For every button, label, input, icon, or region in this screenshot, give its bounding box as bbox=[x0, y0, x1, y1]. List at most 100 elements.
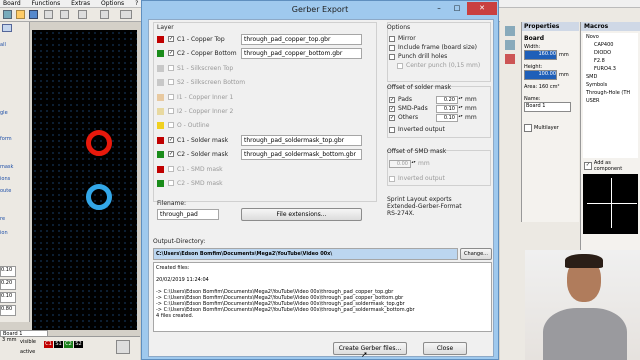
macro-tree-item[interactable]: F2.8 bbox=[586, 57, 638, 65]
smdpads-spin-icon[interactable]: ▴▾ bbox=[458, 105, 463, 113]
others-offset-input[interactable]: 0.10 bbox=[436, 114, 458, 122]
height-input[interactable]: 100.00 bbox=[524, 70, 557, 80]
num-field[interactable]: 0.20 bbox=[0, 279, 16, 290]
file-extensions-button[interactable]: File extensions... bbox=[241, 208, 362, 221]
layer-color-swatch bbox=[157, 108, 164, 115]
side-label: re bbox=[0, 216, 6, 222]
layer-color-swatch bbox=[157, 122, 164, 130]
layer-label: I2 - Copper Inner 2 bbox=[177, 108, 234, 115]
new-board-icon[interactable] bbox=[3, 10, 12, 19]
smdpads-label: SMD-Pads bbox=[398, 105, 428, 112]
tool-icon[interactable] bbox=[505, 26, 515, 36]
close-window-button[interactable]: ✕ bbox=[467, 2, 497, 15]
output-dir-field[interactable]: C:\Users\Edson Bomfim\Documents\Mega2\Yo… bbox=[153, 248, 458, 260]
close-button[interactable]: Close bbox=[423, 342, 467, 355]
num-field[interactable]: 0.80 bbox=[0, 305, 16, 316]
layer-checkbox[interactable]: ✓ bbox=[168, 136, 174, 143]
center-punch-label: Center punch (0,15 mm) bbox=[406, 62, 481, 69]
redo-icon[interactable] bbox=[78, 10, 87, 19]
blue-pad[interactable] bbox=[86, 184, 112, 210]
pads-checkbox[interactable]: ✓ bbox=[389, 97, 395, 103]
macro-tree-item[interactable]: DIODO bbox=[586, 49, 638, 57]
macro-tree-item[interactable]: Novo bbox=[586, 33, 638, 41]
menu-board[interactable]: Board bbox=[0, 0, 21, 7]
tool-icon[interactable] bbox=[505, 54, 515, 64]
smd-inverted-checkbox bbox=[389, 176, 395, 182]
cut-icon[interactable] bbox=[100, 10, 109, 19]
mirror-checkbox[interactable] bbox=[389, 36, 395, 42]
layer-chip-s2[interactable]: S2 bbox=[74, 341, 83, 348]
layer-checkbox bbox=[168, 165, 174, 172]
name-input[interactable]: Board 1 bbox=[524, 102, 571, 112]
mm-label: 3 mm bbox=[2, 337, 17, 343]
layer-settings-icon[interactable] bbox=[116, 340, 130, 354]
layer-chip-c1[interactable]: C1 bbox=[44, 341, 53, 348]
include-frame-checkbox[interactable] bbox=[389, 45, 395, 51]
side-label: form bbox=[0, 136, 12, 142]
gerber-export-dialog: Gerber Export – □ ✕ Layer ✓ C1 - Copper T… bbox=[141, 0, 499, 360]
macro-tree-item[interactable]: Symbols bbox=[586, 81, 638, 89]
menu-extras[interactable]: Extras bbox=[68, 0, 90, 7]
right-mini-toolbar bbox=[503, 22, 519, 222]
change-dir-button[interactable]: Change... bbox=[460, 248, 492, 260]
menu-functions[interactable]: Functions bbox=[29, 0, 61, 7]
print-icon[interactable] bbox=[44, 10, 53, 19]
smdpads-checkbox[interactable]: ✓ bbox=[389, 106, 395, 112]
layer-checkbox[interactable]: ✓ bbox=[168, 36, 174, 42]
output-dir-label: Output-Directory: bbox=[153, 238, 206, 245]
macro-tree-item[interactable]: SMD bbox=[586, 73, 638, 81]
smdpads-offset-input[interactable]: 0.10 bbox=[436, 105, 458, 113]
others-label: Others bbox=[398, 114, 419, 121]
layer-label: S1 - Silkscreen Top bbox=[177, 64, 234, 72]
select-tool-icon[interactable] bbox=[2, 24, 12, 32]
num-field[interactable]: 0.10 bbox=[0, 266, 16, 277]
save-icon[interactable] bbox=[29, 10, 38, 19]
red-pad[interactable] bbox=[86, 130, 112, 156]
layer-color-swatch bbox=[157, 93, 164, 101]
layer-checkbox bbox=[168, 64, 174, 71]
layer-chip-c2[interactable]: C2 bbox=[64, 341, 73, 348]
macro-tree-item[interactable]: FURO4.3 bbox=[586, 65, 638, 73]
others-checkbox[interactable]: ✓ bbox=[389, 115, 395, 121]
layer-checkbox[interactable]: ✓ bbox=[168, 50, 174, 57]
layer-color-swatch bbox=[157, 165, 164, 173]
macro-tree-item[interactable]: CAP400 bbox=[586, 41, 638, 49]
punch-drill-checkbox[interactable] bbox=[389, 54, 395, 60]
filename-input[interactable]: through_pad bbox=[157, 209, 219, 220]
zoom-icon[interactable] bbox=[120, 10, 132, 19]
create-gerber-files-button[interactable]: Create Gerber files... bbox=[333, 342, 407, 355]
mirror-label: Mirror bbox=[398, 35, 416, 42]
add-as-component-checkbox[interactable]: ✓ bbox=[584, 162, 592, 170]
menu-options[interactable]: Options bbox=[98, 0, 124, 7]
maximize-button[interactable]: □ bbox=[448, 2, 466, 15]
properties-title: Properties bbox=[522, 22, 579, 31]
pads-spin-icon[interactable]: ▴▾ bbox=[458, 96, 463, 104]
smd-inverted-label: Inverted output bbox=[398, 175, 445, 182]
layer-color-swatch bbox=[157, 50, 164, 58]
macro-preview bbox=[583, 174, 638, 234]
minimize-button[interactable]: – bbox=[430, 2, 448, 15]
width-input[interactable]: 160.00 bbox=[524, 50, 557, 60]
layer-filename-input[interactable]: through_pad_soldermask_bottom.gbr bbox=[241, 149, 362, 161]
macro-tree-item[interactable]: USER bbox=[586, 97, 638, 105]
punch-drill-label: Punch drill holes bbox=[398, 53, 448, 60]
layer-checkbox[interactable]: ✓ bbox=[168, 151, 174, 158]
smd-unit: mm bbox=[418, 160, 430, 167]
layer-label: O - Outline bbox=[177, 122, 210, 130]
layer-filename-input[interactable]: through_pad_copper_bottom.gbr bbox=[241, 48, 362, 60]
open-icon[interactable] bbox=[16, 10, 25, 19]
num-field[interactable]: 0.10 bbox=[0, 292, 16, 303]
tool-icon[interactable] bbox=[505, 40, 515, 50]
layer-filename-input[interactable]: through_pad_soldermask_top.gbr bbox=[241, 134, 362, 146]
pads-offset-input[interactable]: 0.20 bbox=[436, 96, 458, 104]
undo-icon[interactable] bbox=[60, 10, 69, 19]
side-label: ions bbox=[0, 176, 11, 182]
inverted-checkbox[interactable] bbox=[389, 127, 395, 133]
others-spin-icon[interactable]: ▴▾ bbox=[458, 114, 463, 122]
pcb-canvas[interactable] bbox=[32, 30, 137, 330]
layer-chip-s1[interactable]: S1 bbox=[54, 341, 63, 348]
multilayer-checkbox[interactable] bbox=[524, 124, 532, 132]
menu-help[interactable]: ? bbox=[132, 0, 138, 7]
layer-filename-input[interactable]: through_pad_copper_top.gbr bbox=[241, 34, 362, 45]
macro-tree-item[interactable]: Through-Hole (TH bbox=[586, 89, 638, 97]
